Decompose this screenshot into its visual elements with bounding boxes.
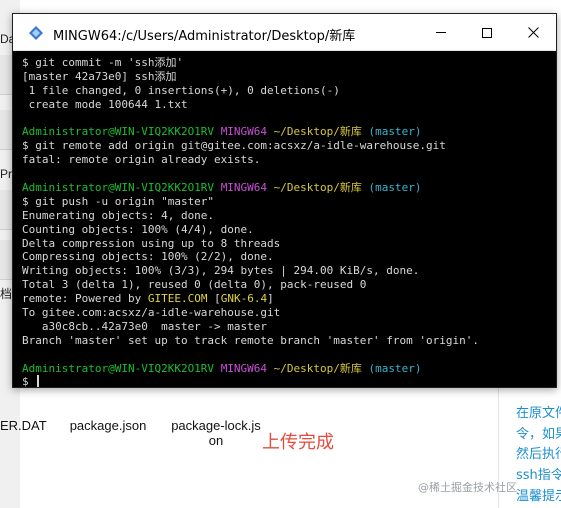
terminal-line: 1 file changed, 0 insertions(+), 0 delet… [22,84,552,98]
terminal-line: [master 42a73e0] ssh添加 [22,70,552,84]
terminal-segment: MINGW64 [220,181,274,195]
terminal-line: Administrator@WIN-VIQ2KK2O1RV MINGW64 ~/… [22,362,552,376]
terminal-segment: (master) [368,125,422,139]
upload-complete-note: 上传完成 [262,432,334,453]
terminal-segment: (master) [368,361,422,375]
terminal-segment: (master) [368,181,422,195]
terminal-segment: Administrator@WIN-VIQ2KK2O1RV [22,361,221,375]
terminal-line: $ [22,375,552,389]
terminal-line: fatal: remote origin already exists. [22,153,552,167]
terminal-segment: ] [267,292,274,306]
terminal-line: $ git push -u origin "master" [22,195,552,209]
terminal-segment: ~/Desktop/新库 [273,361,369,375]
window-title: MINGW64:/c/Users/Administrator/Desktop/新… [53,29,356,44]
file-label: package-lock.js [171,418,261,433]
terminal-segment: GITEE.COM [147,292,208,306]
terminal-segment: Branch 'master' set up to track remote b… [22,333,479,347]
terminal-segment: Total 3 (delta 1), reused 0 (delta 0), p… [22,278,367,292]
maximize-icon [482,27,492,38]
terminal-segment: Writing objects: 100% (3/3), 294 bytes |… [22,264,420,278]
terminal-line: Administrator@WIN-VIQ2KK2O1RV MINGW64 ~/… [22,181,552,195]
terminal-line: a30c8cb..42a73e0 master -> master [22,320,552,334]
maximize-button[interactable] [464,14,510,51]
terminal-segment: $ git push -u origin "master" [22,194,215,208]
terminal-segment: [master 42a73e0] ssh添加 [22,69,177,83]
article-text: 温馨提示 [516,489,561,504]
minimize-icon [436,32,446,33]
terminal-segment: Administrator@WIN-VIQ2KK2O1RV [22,181,221,195]
terminal-line: Counting objects: 100% (4/4), done. [22,223,552,237]
terminal-segment: ~/Desktop/新库 [273,125,369,139]
article-text: 在原文件 [516,406,561,421]
terminal-line: Administrator@WIN-VIQ2KK2O1RV MINGW64 ~/… [22,125,552,139]
terminal-segment: $ git commit -m 'ssh添加' [22,56,184,69]
mingw-diamond-icon [29,26,43,40]
terminal-line: To gitee.com:acsxz/a-idle-warehouse.git [22,306,552,320]
terminal-line: Branch 'master' set up to track remote b… [22,334,552,348]
close-button[interactable] [510,14,556,51]
terminal-segment: Enumerating objects: 4, done. [22,208,215,222]
terminal-line: create mode 100644 1.txt [22,98,552,112]
article-text: 令，如果 [516,427,561,442]
file-package-json[interactable]: package.json [66,388,150,433]
terminal-line: $ git commit -m 'ssh添加' [22,56,552,70]
article-text: 然后执行 [516,447,561,462]
title-bar[interactable]: MINGW64:/c/Users/Administrator/Desktop/新… [13,14,556,51]
terminal-segment: MINGW64 [220,361,274,375]
terminal-segment: remote: Powered by [22,292,148,306]
minimize-button[interactable] [418,14,464,51]
file-label-wrap: on [208,433,224,448]
file-er-dat[interactable]: ER.DAT [0,388,47,433]
explorer-label: 档 [0,287,13,301]
terminal-line: Enumerating objects: 4, done. [22,209,552,223]
terminal-segment: $ [22,375,36,389]
terminal-segment: ~/Desktop/新库 [273,181,369,195]
terminal-line: $ git remote add origin git@gitee.com:ac… [22,139,552,153]
terminal-line: Writing objects: 100% (3/3), 294 bytes |… [22,264,552,278]
terminal-segment: 1 file changed, 0 insertions(+), 0 delet… [22,83,340,97]
terminal-line: Total 3 (delta 1), reused 0 (delta 0), p… [22,278,552,292]
file-package-lock-json[interactable]: package-lock.js on [164,388,268,448]
terminal-segment: Delta compression using up to 8 threads [22,236,281,250]
terminal-segment: Counting objects: 100% (4/4), done. [22,222,254,236]
watermark: @稀土掘金技术社区 [418,481,517,494]
file-label: package.json [69,418,147,433]
close-icon [527,27,539,38]
file-label: ER.DAT [0,418,47,433]
terminal-line: Delta compression using up to 8 threads [22,237,552,251]
terminal-segment: $ git remote add origin git@gitee.com:ac… [22,139,446,153]
terminal-segment: create mode 100644 1.txt [22,97,188,111]
terminal-line: remote: Powered by GITEE.COM [GNK-6.4] [22,292,552,306]
terminal-line: Compressing objects: 100% (2/2), done. [22,250,552,264]
terminal-segment: GNK-6.4 [220,292,268,306]
terminal-segment: Administrator@WIN-VIQ2KK2O1RV [22,125,221,139]
terminal-output[interactable]: $ git commit -m 'ssh添加' [master 42a73e0] … [22,56,552,389]
terminal-segment: fatal: remote origin already exists. [22,153,261,167]
cursor-icon [37,375,40,388]
terminal-segment: a30c8cb..42a73e0 master -> master [22,319,268,333]
terminal-window[interactable]: MINGW64:/c/Users/Administrator/Desktop/新… [12,13,557,388]
terminal-segment: MINGW64 [220,125,274,139]
terminal-segment: [ [207,292,221,306]
terminal-segment: To gitee.com:acsxz/a-idle-warehouse.git [22,306,281,320]
article-text: ssh指令 [516,468,561,483]
terminal-segment: Compressing objects: 100% (2/2), done. [22,250,274,264]
